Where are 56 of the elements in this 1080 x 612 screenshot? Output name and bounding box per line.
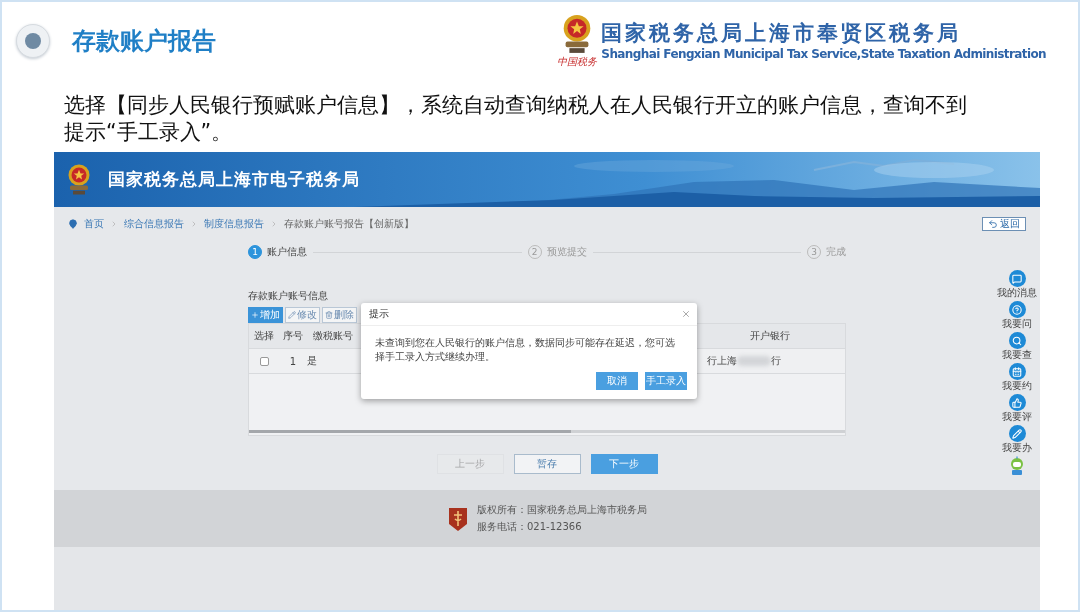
step-label: 预览提交 (546, 245, 587, 259)
dialog-button[interactable]: 取消 (596, 372, 638, 390)
org-name: 国家税务总局上海市奉贤区税务局 (601, 20, 963, 48)
close-button[interactable] (681, 309, 691, 319)
portal-title: 国家税务总局上海市电子税务局 (108, 168, 360, 191)
step-button[interactable]: 暂存 (513, 454, 581, 474)
step-button[interactable]: 下一步 (590, 454, 658, 474)
section-title: 存款账户账号信息 (248, 289, 329, 303)
bullet-icon (16, 24, 50, 58)
column-header: 缴税账号 (312, 329, 354, 343)
sidebar-label[interactable]: 我的消息 (997, 287, 1037, 299)
step-label: 完成 (826, 245, 846, 259)
sidebar-label[interactable]: 我要办 (1002, 442, 1032, 454)
table-cell: 行 (771, 354, 781, 368)
chevron-icon (270, 220, 278, 228)
scrollbar[interactable] (249, 430, 845, 433)
breadcrumb-link[interactable]: 综合信息报告 (124, 217, 184, 231)
redaction-mark (737, 356, 771, 366)
sidebar-label[interactable]: 我要约 (1002, 380, 1032, 392)
table-cell-text: 1 (288, 355, 298, 367)
trash-icon (325, 311, 333, 319)
column-header: 选择 (253, 329, 275, 343)
chevron-icon (190, 220, 198, 228)
undo-icon (988, 219, 998, 229)
step-number: 1 (248, 245, 262, 259)
copyright-text: 版权所有：国家税务总局上海市税务局 (477, 503, 647, 517)
breadcrumb-link[interactable]: 存款账户账号报告【创新版】 (284, 217, 414, 231)
robot-icon[interactable] (1009, 456, 1025, 476)
column-header: 序号 (282, 329, 304, 343)
row-checkbox[interactable] (259, 356, 269, 366)
slide-title: 存款账户报告 (72, 26, 217, 57)
sidebar-label[interactable]: 我要问 (1002, 318, 1032, 330)
phone-text: 服务电话：021-12366 (477, 520, 583, 534)
table-cell: 行上海 (707, 354, 737, 368)
instruction-text: 选择【同步人民银行预赋账户信息】，系统自动查询纳税人在人民银行开立的账户信息，查询不到提示“手工录入”。 (64, 92, 968, 146)
breadcrumb-link[interactable]: 首页 (84, 217, 104, 231)
add-button[interactable]: 增加 (248, 307, 283, 323)
logo-caption: 中国税务 (557, 54, 598, 69)
delete-button[interactable]: 删除 (322, 307, 357, 323)
org-name-english: Shanghai Fengxian Municipal Tax Service,State Taxation Administration (601, 47, 1046, 62)
column-header: 开户银行 (749, 329, 791, 343)
back-button[interactable]: 返回 (982, 217, 1026, 231)
location-icon (68, 219, 78, 229)
breadcrumb-link[interactable]: 制度信息报告 (204, 217, 264, 231)
step-label: 账户信息 (267, 245, 307, 259)
chevron-icon (110, 220, 118, 228)
sidebar-label[interactable]: 我要评 (1002, 411, 1032, 423)
dialog-message: 未查询到您在人民银行的账户信息，数据同步可能存在延迟，您可选择手工录入方式继续办理。 (375, 336, 676, 364)
badge-icon (447, 505, 469, 532)
sidebar-label[interactable]: 我要查 (1002, 349, 1032, 361)
table-cell-text: 是 (307, 354, 318, 368)
pencil-icon (288, 311, 296, 319)
edit-button[interactable]: 修改 (285, 307, 320, 323)
dialog-title: 提示 (369, 307, 389, 321)
plus-icon (251, 311, 259, 319)
dialog-button[interactable]: 手工录入 (645, 372, 687, 390)
